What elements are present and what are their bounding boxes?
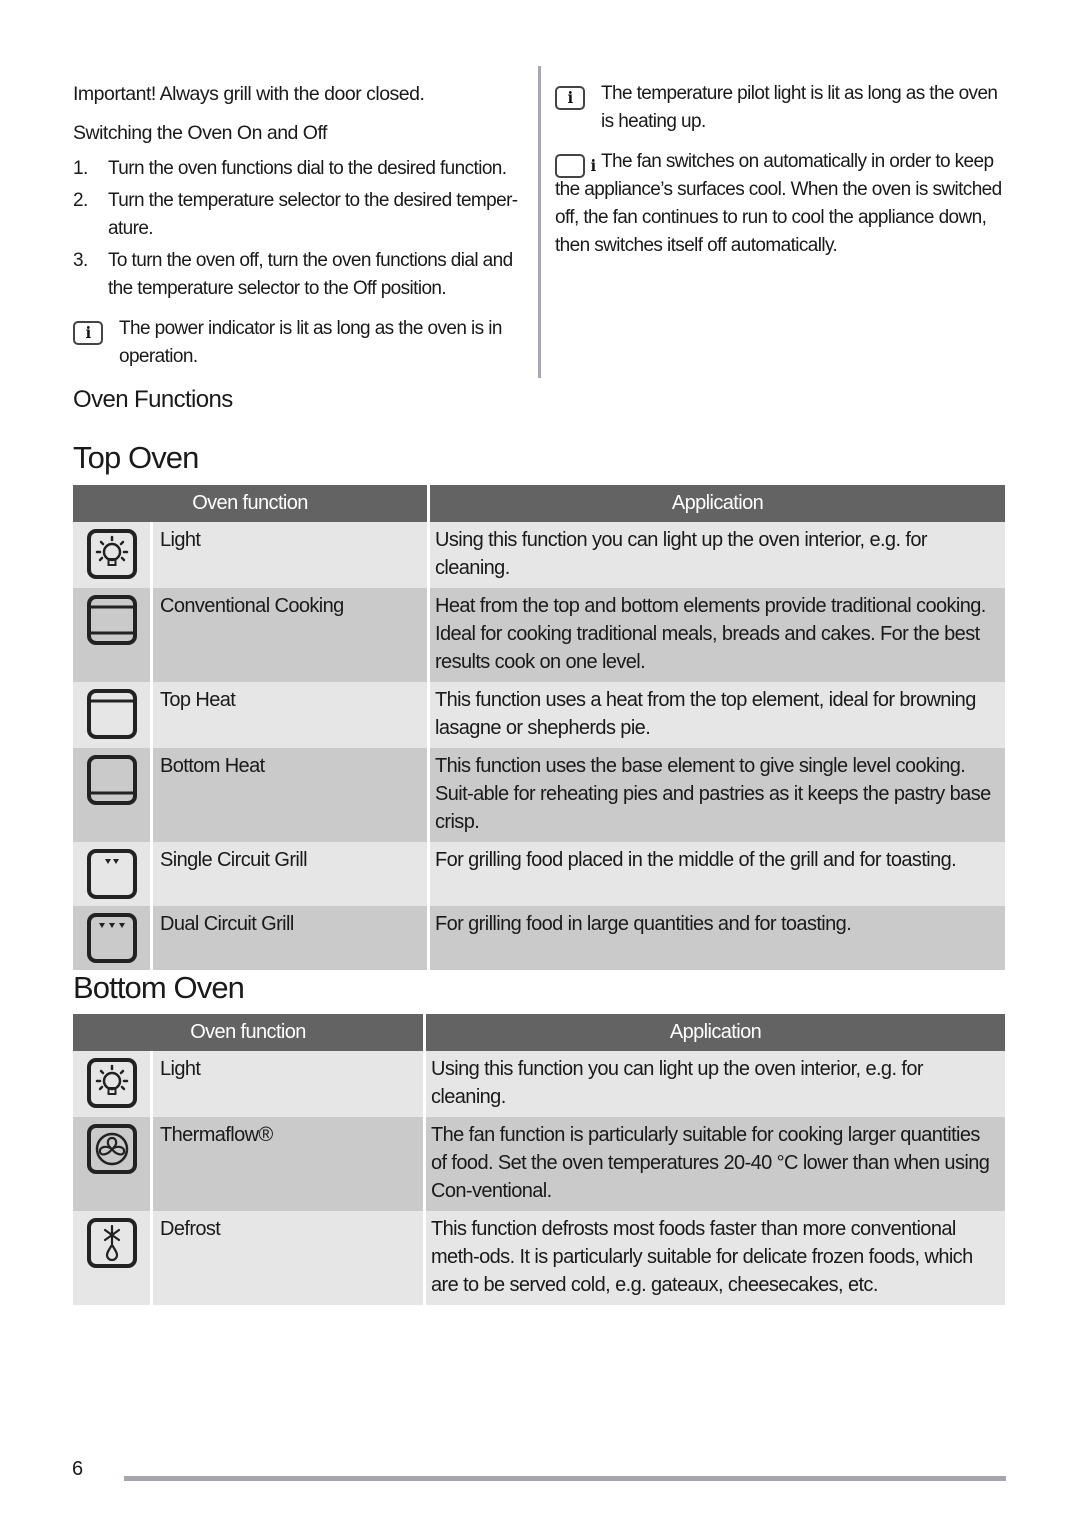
steps-list: 1. Turn the oven functions dial to the de… bbox=[73, 155, 528, 303]
function-application: The fan function is particularly suitabl… bbox=[431, 1124, 990, 1202]
top-heat-icon bbox=[86, 689, 137, 739]
info-note: i The temperature pilot light is lit as … bbox=[555, 80, 1010, 136]
header-oven-function: Oven function bbox=[73, 485, 427, 522]
step-number: 3. bbox=[73, 250, 88, 271]
step-item: 1. Turn the oven functions dial to the de… bbox=[73, 155, 528, 183]
function-icon-cell bbox=[73, 1051, 150, 1117]
function-name: Defrost bbox=[160, 1218, 221, 1240]
function-application: This function uses a heat from the top e… bbox=[435, 689, 976, 739]
function-name: Bottom Heat bbox=[160, 755, 265, 777]
table-row: Bottom Heat This function uses the base e… bbox=[73, 748, 1005, 842]
light-icon bbox=[86, 1058, 137, 1108]
step-number: 1. bbox=[73, 158, 88, 179]
table-header: Oven function Application bbox=[73, 1014, 1005, 1051]
function-icon-cell bbox=[73, 906, 150, 970]
function-application: This function defrosts most foods faster… bbox=[431, 1218, 973, 1296]
table-row: Light Using this function you can light u… bbox=[73, 522, 1005, 588]
function-application: This function uses the base element to g… bbox=[435, 755, 991, 833]
bottom-oven-table: Oven function Application Light Using thi… bbox=[73, 1014, 1005, 1305]
note-text: The fan switches on automatically in ord… bbox=[555, 151, 1002, 256]
switching-heading: Switching the Oven On and Off bbox=[73, 122, 327, 144]
info-icon: i bbox=[555, 154, 596, 178]
defrost-icon bbox=[86, 1218, 137, 1268]
dual-circuit-grill-icon bbox=[86, 913, 137, 963]
step-item: 3. To turn the oven off, turn the oven fu… bbox=[73, 247, 528, 303]
step-text: Turn the temperature selector to the des… bbox=[108, 190, 518, 239]
right-column: i The temperature pilot light is lit as … bbox=[555, 80, 1010, 260]
step-text: Turn the oven functions dial to the desi… bbox=[108, 158, 507, 179]
function-application: Heat from the top and bottom elements pr… bbox=[435, 595, 986, 673]
function-application: For grilling food in large quantities an… bbox=[435, 913, 852, 935]
function-icon-cell bbox=[73, 748, 150, 842]
bottom-heat-icon bbox=[86, 755, 137, 805]
function-icon-cell bbox=[73, 682, 150, 748]
column-divider bbox=[538, 66, 541, 378]
info-icon: i bbox=[555, 86, 585, 110]
table-row: Defrost This function defrosts most foods… bbox=[73, 1211, 1005, 1305]
function-icon-cell bbox=[73, 588, 150, 682]
table-row: Thermaflow® The fan function is particula… bbox=[73, 1117, 1005, 1211]
footer-rule bbox=[124, 1476, 1006, 1481]
single-circuit-grill-icon bbox=[86, 849, 137, 899]
thermaflow-fan-icon bbox=[86, 1124, 137, 1174]
table-row: Dual Circuit Grill For grilling food in l… bbox=[73, 906, 1005, 970]
step-item: 2. Turn the temperature selector to the d… bbox=[73, 187, 528, 243]
note-text: The power indicator is lit as long as th… bbox=[119, 318, 502, 367]
important-notice: Important! Always grill with the door cl… bbox=[73, 83, 425, 105]
top-oven-table: Oven function Application Light Using thi… bbox=[73, 485, 1005, 970]
conventional-cooking-icon bbox=[86, 595, 137, 645]
info-note: i The fan switches on automatically in o… bbox=[555, 148, 1010, 260]
step-number: 2. bbox=[73, 190, 88, 211]
function-name: Thermaflow® bbox=[160, 1124, 273, 1146]
light-icon bbox=[86, 529, 137, 579]
step-text: To turn the oven off, turn the oven func… bbox=[108, 250, 513, 299]
function-icon-cell bbox=[73, 1117, 150, 1211]
function-application: For grilling food placed in the middle o… bbox=[435, 849, 957, 871]
function-icon-cell bbox=[73, 522, 150, 588]
info-note: i The power indicator is lit as long as … bbox=[73, 315, 528, 371]
header-oven-function: Oven function bbox=[73, 1014, 423, 1051]
oven-functions-heading: Oven Functions bbox=[73, 386, 233, 413]
table-row: Light Using this function you can light u… bbox=[73, 1051, 1005, 1117]
header-application: Application bbox=[430, 485, 1005, 522]
bottom-oven-title: Bottom Oven bbox=[73, 970, 245, 1005]
function-icon-cell bbox=[73, 1211, 150, 1305]
top-oven-title: Top Oven bbox=[73, 440, 199, 475]
function-name: Light bbox=[160, 1058, 201, 1080]
info-icon: i bbox=[73, 321, 103, 345]
function-name: Single Circuit Grill bbox=[160, 849, 308, 871]
page-number: 6 bbox=[72, 1458, 84, 1480]
function-name: Conventional Cooking bbox=[160, 595, 344, 617]
function-application: Using this function you can light up the… bbox=[435, 529, 928, 579]
table-row: Single Circuit Grill For grilling food pl… bbox=[73, 842, 1005, 906]
table-header: Oven function Application bbox=[73, 485, 1005, 522]
function-name: Top Heat bbox=[160, 689, 236, 711]
function-name: Light bbox=[160, 529, 201, 551]
left-column: Important! Always grill with the door cl… bbox=[73, 80, 528, 371]
function-name: Dual Circuit Grill bbox=[160, 913, 294, 935]
function-icon-cell bbox=[73, 842, 150, 906]
header-application: Application bbox=[426, 1014, 1005, 1051]
table-row: Top Heat This function uses a heat from t… bbox=[73, 682, 1005, 748]
function-application: Using this function you can light up the… bbox=[431, 1058, 924, 1108]
note-text: The temperature pilot light is lit as lo… bbox=[601, 83, 998, 132]
table-row: Conventional Cooking Heat from the top an… bbox=[73, 588, 1005, 682]
